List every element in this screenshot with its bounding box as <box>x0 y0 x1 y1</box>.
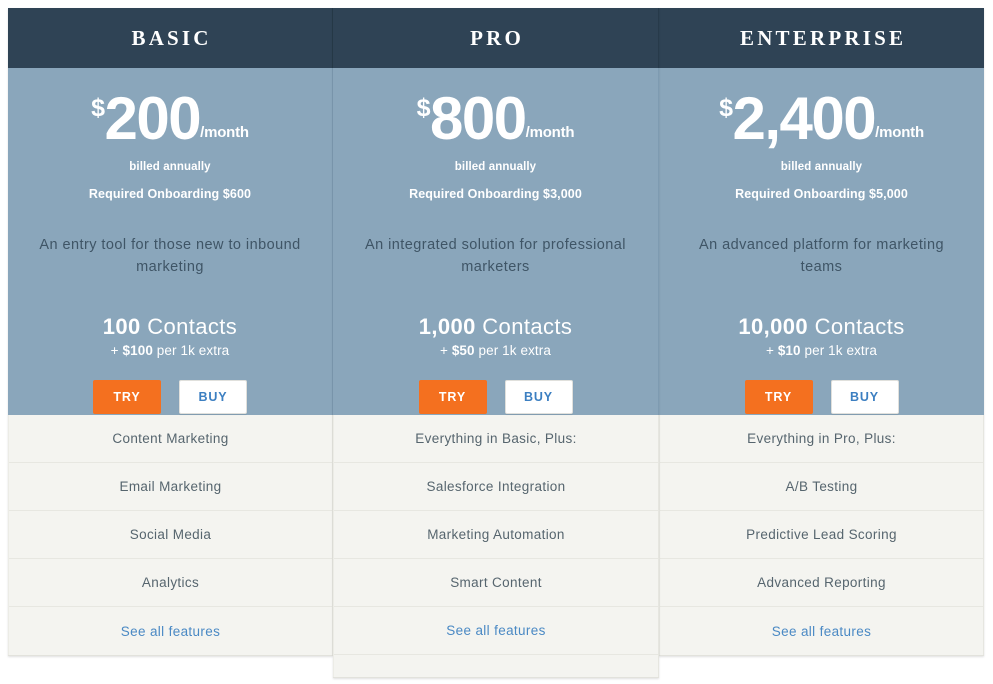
contacts-line: 100 Contacts <box>102 314 238 339</box>
plan-header-pro: PRO <box>333 8 659 68</box>
onboarding-note: Required Onboarding $3,000 <box>409 187 582 201</box>
onboarding-note: Required Onboarding $600 <box>88 187 252 201</box>
see-all-features-row[interactable]: See all features <box>334 607 658 655</box>
card-extra-space <box>334 655 658 677</box>
plan-tagline: An advanced platform for marketing teams <box>699 237 944 276</box>
see-all-features-link[interactable]: See all features <box>772 624 871 639</box>
feature-list-basic: Content Marketing Email Marketing Social… <box>8 415 333 655</box>
extra-suffix: per 1k extra <box>152 343 230 359</box>
buy-button[interactable]: BUY <box>504 380 573 415</box>
feature-row: Everything in Pro, Plus: <box>660 415 983 463</box>
plan-pricing-panel-enterprise: $ 2,400 /month billed annually Required … <box>659 68 984 415</box>
cta-row: TRY BUY <box>418 380 573 415</box>
onboarding-note: Required Onboarding $5,000 <box>735 187 908 201</box>
plan-card-pro: PRO $ 800 /month billed annually Require… <box>333 8 659 678</box>
cta-row: TRY BUY <box>93 380 247 415</box>
contacts-extra: + $50 per 1k extra <box>419 343 573 358</box>
feature-row: Advanced Reporting <box>660 559 983 607</box>
feature-row: Everything in Basic, Plus: <box>334 415 658 463</box>
feature-list-pro: Everything in Basic, Plus: Salesforce In… <box>333 415 659 677</box>
billing-note: billed annually <box>129 161 211 173</box>
extra-price: $100 <box>122 343 153 359</box>
see-all-features-link[interactable]: See all features <box>121 624 220 639</box>
contacts-word: Contacts <box>147 314 238 339</box>
extra-suffix: per 1k extra <box>474 343 551 359</box>
plan-tagline: An integrated solution for professional … <box>365 237 626 276</box>
feature-row: Marketing Automation <box>334 511 658 559</box>
contacts-block: 10,000 Contacts + $10 per 1k extra <box>738 314 905 358</box>
extra-prefix: + <box>110 343 123 359</box>
feature-row: Predictive Lead Scoring <box>660 511 983 559</box>
price-amount: 800 <box>430 85 527 152</box>
feature-row: Salesforce Integration <box>334 463 658 511</box>
plan-title: PRO <box>470 25 525 50</box>
feature-row: A/B Testing <box>660 463 983 511</box>
plan-tagline: An entry tool for those new to inbound m… <box>39 237 301 276</box>
contacts-extra: + $10 per 1k extra <box>738 343 904 358</box>
contacts-extra: + $100 per 1k extra <box>103 343 237 358</box>
price-line: $ 800 /month <box>416 85 575 152</box>
feature-row: Email Marketing <box>9 463 332 511</box>
contacts-count: 1,000 <box>418 314 476 339</box>
contacts-word: Contacts <box>814 314 905 339</box>
see-all-features-row[interactable]: See all features <box>660 607 983 655</box>
contacts-line: 10,000 Contacts <box>738 314 905 339</box>
see-all-features-link[interactable]: See all features <box>446 623 545 638</box>
pricing-table: BASIC $ 200 /month billed annually Requi… <box>0 0 993 684</box>
contacts-block: 1,000 Contacts + $50 per 1k extra <box>418 314 573 358</box>
plan-header-enterprise: ENTERPRISE <box>659 8 984 68</box>
try-button[interactable]: TRY <box>93 380 161 415</box>
extra-prefix: + <box>439 343 452 359</box>
currency-symbol: $ <box>719 94 733 122</box>
plan-card-basic: BASIC $ 200 /month billed annually Requi… <box>8 8 333 656</box>
contacts-word: Contacts <box>482 314 573 339</box>
see-all-features-row[interactable]: See all features <box>9 607 332 655</box>
try-button[interactable]: TRY <box>744 380 813 415</box>
buy-button[interactable]: BUY <box>179 380 247 415</box>
currency-symbol: $ <box>91 94 105 122</box>
try-button[interactable]: TRY <box>418 380 487 415</box>
plan-title: BASIC <box>131 25 212 50</box>
price-amount: 200 <box>104 85 202 152</box>
plan-pricing-panel-basic: $ 200 /month billed annually Required On… <box>8 68 333 415</box>
cta-row: TRY BUY <box>744 380 899 415</box>
contacts-count: 100 <box>102 314 141 339</box>
extra-price: $10 <box>777 343 801 359</box>
card-footer-edge <box>333 677 659 678</box>
feature-row: Smart Content <box>334 559 658 607</box>
price-amount: 2,400 <box>732 85 876 152</box>
card-footer-edge <box>8 655 333 656</box>
contacts-block: 100 Contacts + $100 per 1k extra <box>102 314 238 358</box>
price-period: /month <box>525 124 575 141</box>
extra-price: $50 <box>451 343 475 359</box>
billing-note: billed annually <box>780 161 863 173</box>
price-line: $ 2,400 /month <box>719 85 924 152</box>
contacts-line: 1,000 Contacts <box>418 314 573 339</box>
card-footer-edge <box>659 655 984 656</box>
feature-row: Social Media <box>9 511 332 559</box>
price-period: /month <box>200 124 249 141</box>
feature-row: Analytics <box>9 559 332 607</box>
price-line: $ 200 /month <box>91 85 249 152</box>
plan-card-enterprise: ENTERPRISE $ 2,400 /month billed annuall… <box>659 8 984 656</box>
feature-row: Content Marketing <box>9 415 332 463</box>
plan-pricing-panel-pro: $ 800 /month billed annually Required On… <box>333 68 659 415</box>
extra-suffix: per 1k extra <box>800 343 877 359</box>
buy-button[interactable]: BUY <box>830 380 899 415</box>
plan-title: ENTERPRISE <box>739 25 907 50</box>
extra-prefix: + <box>765 343 778 359</box>
price-period: /month <box>875 124 924 141</box>
billing-note: billed annually <box>454 161 537 173</box>
currency-symbol: $ <box>416 94 431 122</box>
plan-header-basic: BASIC <box>8 8 333 68</box>
contacts-count: 10,000 <box>738 314 809 339</box>
feature-list-enterprise: Everything in Pro, Plus: A/B Testing Pre… <box>659 415 984 655</box>
